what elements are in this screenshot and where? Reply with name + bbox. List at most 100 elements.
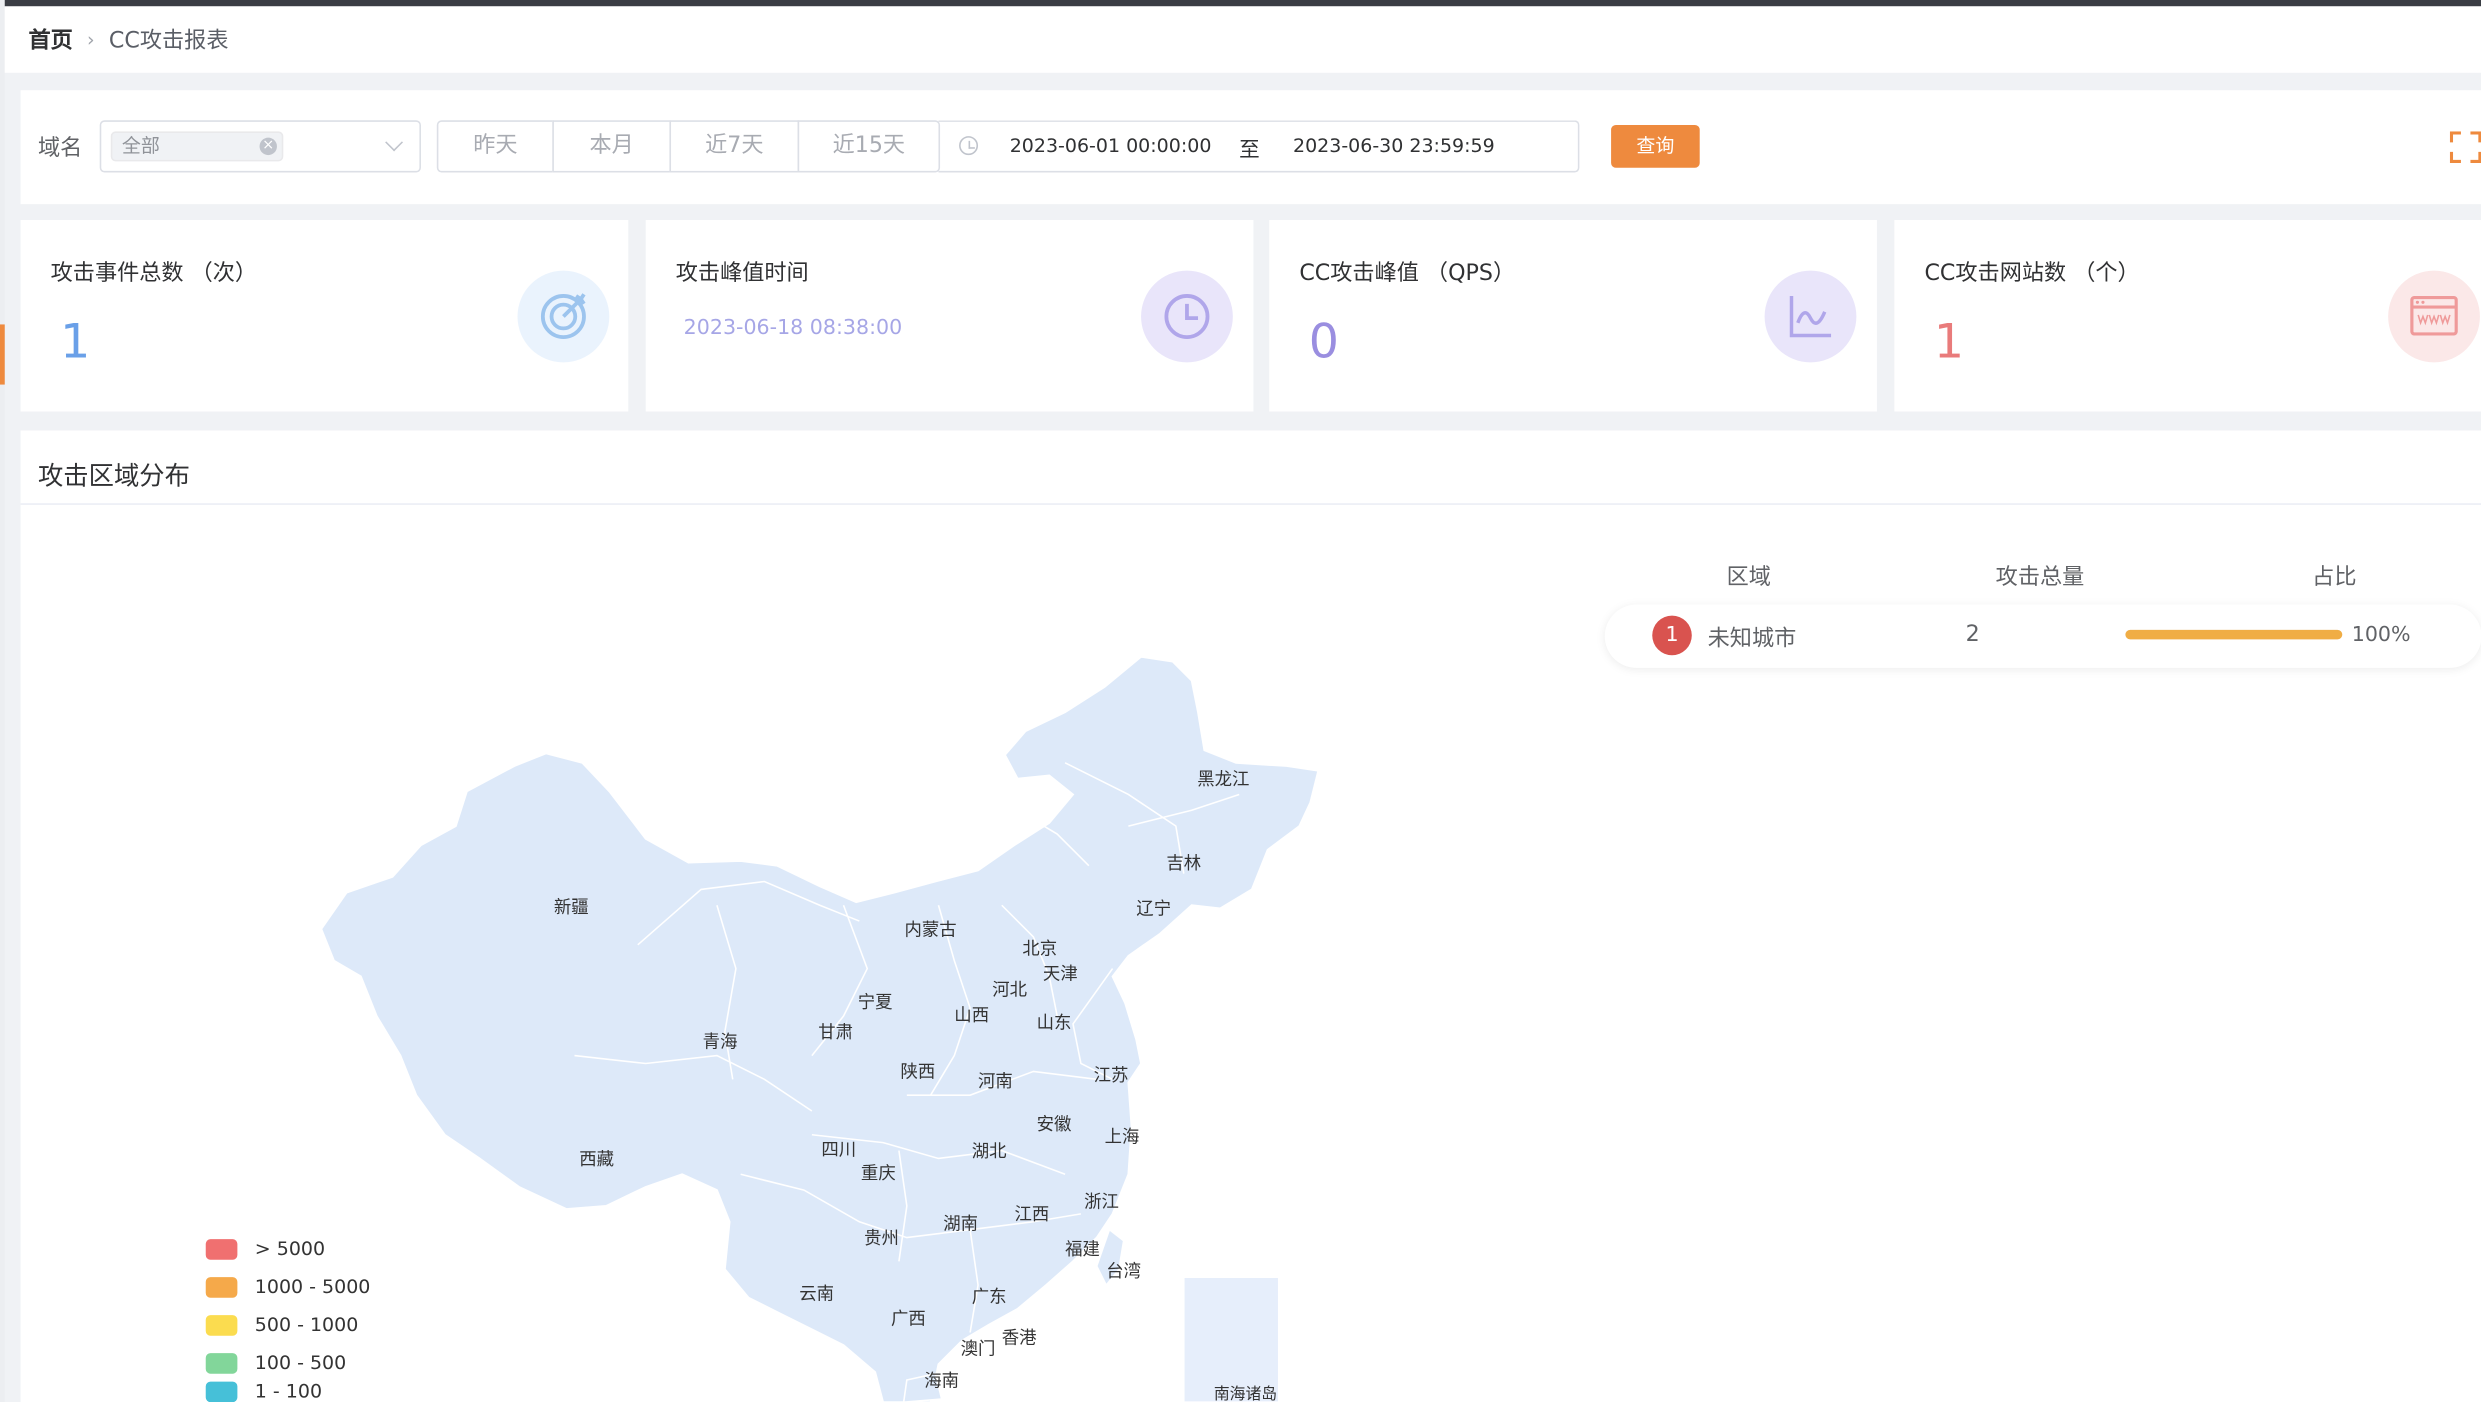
region-panel: 攻击区域分布 黑龙江 吉林 辽宁 内蒙古 北京 天津 新疆 宁夏 河北 山西 山…: [20, 430, 2481, 1402]
legend-item[interactable]: 1 - 100: [205, 1380, 323, 1402]
map-label: 澳门: [961, 1340, 996, 1360]
map-label: 西藏: [579, 1150, 614, 1170]
range-yesterday-button[interactable]: 昨天: [436, 120, 554, 173]
filter-bar: 域名 全部 × 昨天 本月 近7天 近15天 2023-06-01 00:00:…: [20, 90, 2481, 205]
query-button[interactable]: 查询: [1611, 125, 1700, 168]
map-label: 宁夏: [858, 993, 893, 1013]
stat-card-total-events: 攻击事件总数 （次） 1: [20, 219, 629, 412]
fullscreen-icon[interactable]: [2449, 131, 2481, 164]
legend-swatch: [205, 1352, 238, 1373]
region-count: 2: [1965, 621, 1980, 648]
legend-item[interactable]: 500 - 1000: [205, 1313, 359, 1336]
map-label: 吉林: [1166, 854, 1201, 874]
column-header-total: 攻击总量: [1995, 564, 2085, 591]
map-label: 贵州: [864, 1229, 899, 1249]
rank-badge: 1: [1652, 615, 1692, 656]
region-share: 100%: [2351, 623, 2411, 648]
map-label: 河南: [978, 1072, 1013, 1092]
date-range-picker[interactable]: 2023-06-01 00:00:00 至 2023-06-30 23:59:5…: [938, 120, 1580, 173]
map-label: 陕西: [901, 1063, 936, 1083]
chevron-down-icon: [385, 133, 404, 152]
breadcrumb-separator: ›: [87, 28, 95, 51]
map-label: 青海: [703, 1033, 738, 1053]
domain-label: 域名: [37, 136, 83, 162]
map-label: 山西: [954, 1006, 989, 1026]
left-edge: [0, 0, 5, 1402]
column-header-share: 占比: [2312, 564, 2357, 591]
legend-label: > 5000: [254, 1237, 326, 1260]
map-label: 香港: [1002, 1329, 1037, 1349]
map-label: 云南: [799, 1284, 834, 1304]
legend-item[interactable]: 100 - 500: [205, 1351, 347, 1374]
breadcrumb-home[interactable]: 首页: [28, 24, 72, 56]
map-label: 河北: [992, 980, 1027, 1000]
map-label: 南海诸岛: [1214, 1384, 1277, 1402]
share-progress-fill: [2125, 629, 2343, 640]
clock-icon: [1141, 270, 1233, 363]
legend-swatch: [205, 1314, 238, 1335]
table-row[interactable]: 1 未知城市 2 100%: [1604, 604, 2481, 668]
tag-close-icon[interactable]: ×: [259, 137, 277, 156]
map-label: 山东: [1037, 1014, 1072, 1034]
map-label: 福建: [1065, 1240, 1100, 1260]
column-header-region: 区域: [1726, 564, 1771, 591]
start-date-input[interactable]: 2023-06-01 00:00:00: [1010, 135, 1212, 157]
wave-chart-icon: [1764, 270, 1857, 363]
range-month-button[interactable]: 本月: [552, 120, 672, 173]
map-label: 北京: [1022, 939, 1057, 959]
stat-value: 2023-06-18 08:38:00: [683, 316, 903, 341]
stat-value: 1: [1933, 314, 1965, 371]
legend-swatch: [205, 1238, 238, 1259]
stat-title: CC攻击峰值 （QPS）: [1299, 261, 1516, 287]
legend-label: 1000 - 5000: [254, 1275, 371, 1298]
map-label: 浙江: [1084, 1193, 1119, 1213]
map-label: 江西: [1014, 1205, 1049, 1225]
range-7days-button[interactable]: 近7天: [669, 120, 800, 173]
map-label: 辽宁: [1136, 900, 1171, 920]
stat-card-peak-qps: CC攻击峰值 （QPS） 0: [1269, 219, 1877, 412]
map-label: 重庆: [861, 1164, 896, 1184]
map-label: 广西: [891, 1310, 926, 1330]
stat-title: 攻击事件总数 （次）: [50, 261, 258, 287]
map-label: 广东: [972, 1287, 1007, 1307]
legend-label: 1 - 100: [254, 1380, 323, 1402]
map-label: 天津: [1043, 965, 1078, 985]
map-label: 甘肃: [818, 1023, 853, 1043]
stat-value: 0: [1308, 314, 1340, 371]
stat-card-peak-time: 攻击峰值时间 2023-06-18 08:38:00: [645, 219, 1254, 412]
region-city: 未知城市: [1707, 626, 1797, 653]
date-range-separator: 至: [1239, 139, 1260, 164]
map-label: 台湾: [1106, 1262, 1141, 1282]
stat-title: CC攻击网站数 （个）: [1924, 261, 2140, 287]
domain-tag: 全部 ×: [110, 131, 284, 162]
clock-icon: [959, 136, 979, 156]
map-label: 黑龙江: [1197, 770, 1249, 790]
domain-tag-label: 全部: [121, 134, 160, 157]
breadcrumb: 首页 › CC攻击报表: [4, 6, 2481, 73]
breadcrumb-current: CC攻击报表: [108, 28, 229, 54]
share-progress-bar: [2125, 629, 2343, 640]
legend-label: 100 - 500: [254, 1351, 347, 1374]
stat-card-websites: CC攻击网站数 （个） 1: [1894, 219, 2481, 412]
domain-select[interactable]: 全部 ×: [99, 120, 421, 173]
end-date-input[interactable]: 2023-06-30 23:59:59: [1293, 135, 1495, 157]
map-label: 江苏: [1094, 1066, 1129, 1086]
stat-value: 1: [60, 314, 91, 371]
stat-title: 攻击峰值时间: [675, 261, 809, 287]
target-icon: [517, 270, 610, 363]
left-active-marker: [0, 324, 5, 385]
legend-label: 500 - 1000: [254, 1313, 359, 1336]
map-label: 内蒙古: [904, 920, 956, 940]
legend-swatch: [205, 1276, 238, 1297]
map-label: 海南: [924, 1371, 959, 1391]
website-icon: [2388, 270, 2480, 363]
map-label: 安徽: [1037, 1115, 1072, 1135]
map-label: 新疆: [554, 898, 589, 918]
map-label: 湖北: [972, 1142, 1007, 1162]
legend-item[interactable]: 1000 - 5000: [205, 1275, 371, 1298]
map-label: 湖南: [943, 1215, 978, 1235]
map-label: 四川: [821, 1140, 856, 1160]
legend-item[interactable]: > 5000: [205, 1237, 326, 1260]
range-15days-button[interactable]: 近15天: [797, 120, 941, 173]
legend-swatch: [205, 1380, 238, 1402]
